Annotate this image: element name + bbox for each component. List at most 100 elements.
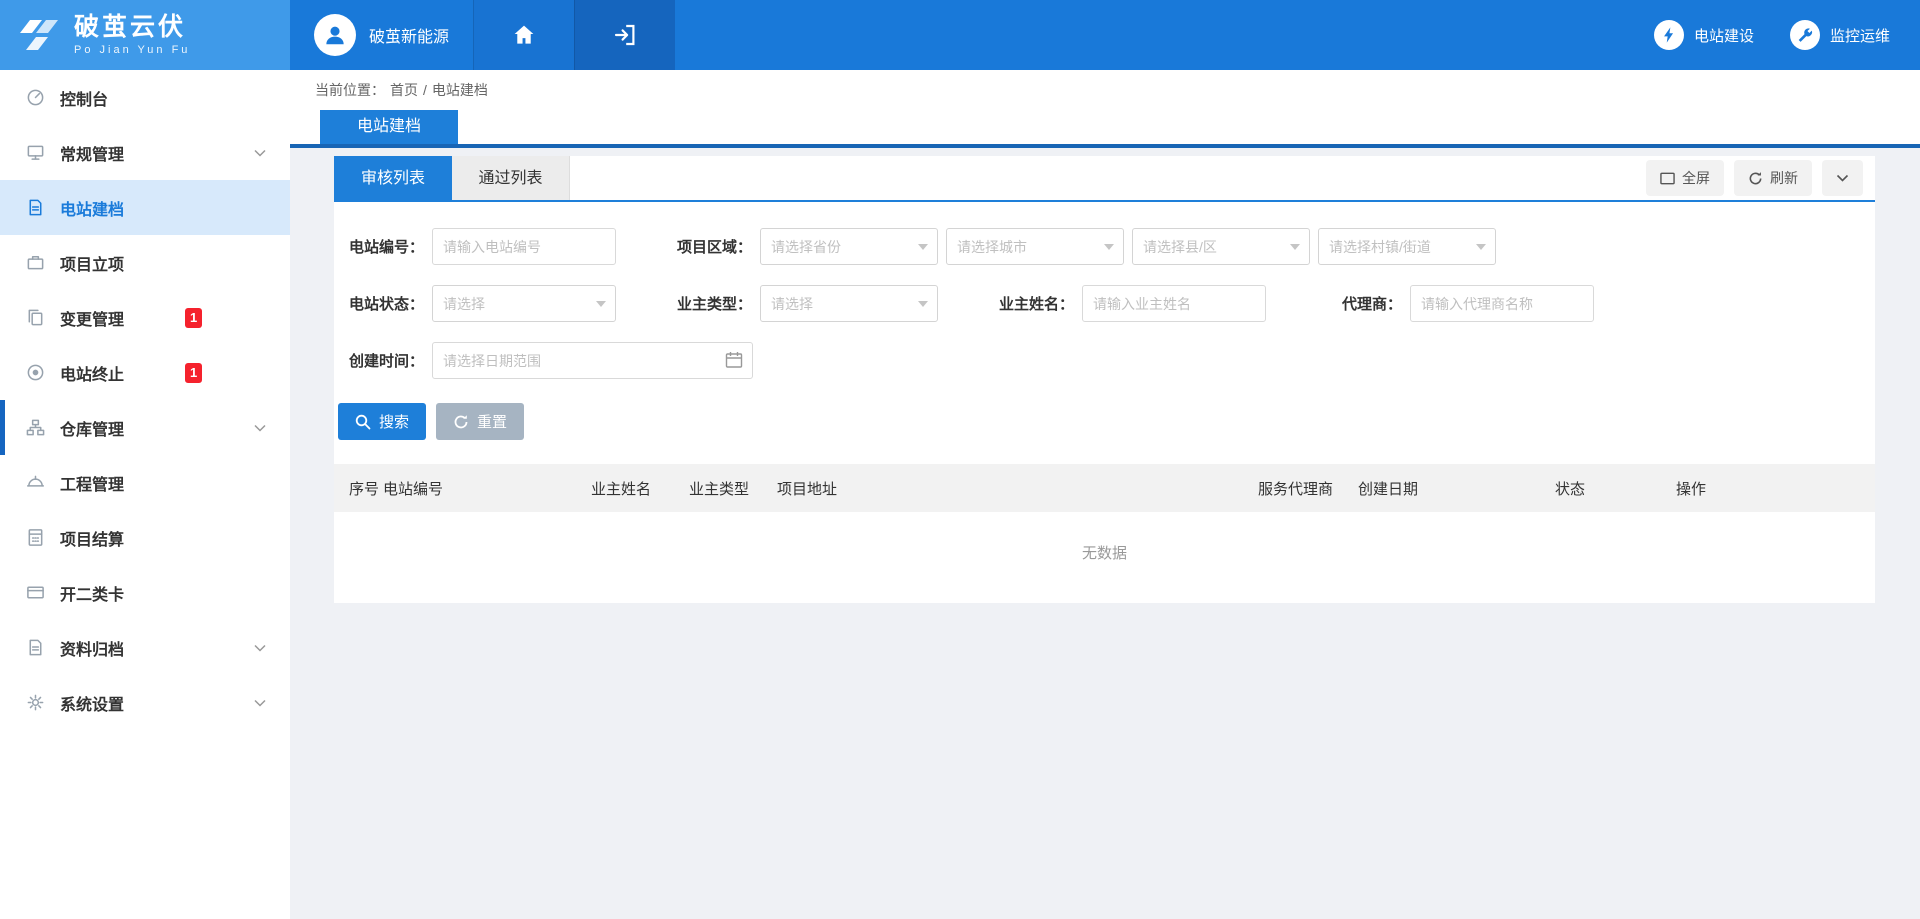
search-icon xyxy=(355,414,371,430)
helmet-icon xyxy=(26,473,45,492)
nav-station-build-label: 电站建设 xyxy=(1694,25,1754,46)
search-button[interactable]: 搜索 xyxy=(338,403,426,440)
avatar xyxy=(314,14,356,56)
col-owner-name: 业主姓名 xyxy=(591,478,689,499)
owner-name-input[interactable] xyxy=(1082,285,1266,322)
sidebar-item-station-filing[interactable]: 电站建档 xyxy=(0,180,290,235)
filter-form: 电站编号： 项目区域： 请选择省份 请选择城市 xyxy=(334,202,1875,440)
refresh-button[interactable]: 刷新 xyxy=(1734,160,1812,196)
sidebar-item-warehouse-mgmt[interactable]: 仓库管理 xyxy=(0,400,290,455)
logo-mark-icon xyxy=(20,20,62,50)
chevron-down-icon xyxy=(1836,174,1849,182)
sidebar: 控制台 常规管理 电站建档 项目立项 xyxy=(0,70,290,919)
stop-circle-icon xyxy=(26,363,45,382)
file-icon xyxy=(26,198,45,217)
home-button[interactable] xyxy=(473,0,574,70)
town-select[interactable]: 请选择村镇/街道 xyxy=(1318,228,1496,265)
caret-down-icon xyxy=(596,301,606,307)
sidebar-item-project-setup[interactable]: 项目立项 xyxy=(0,235,290,290)
table-header-row: 序号 电站编号 业主姓名 业主类型 项目地址 服务代理商 创建日期 状态 操作 xyxy=(334,464,1875,512)
sidebar-item-change-mgmt[interactable]: 变更管理 1 xyxy=(0,290,290,345)
fullscreen-icon xyxy=(1660,172,1675,185)
col-created-date: 创建日期 xyxy=(1358,478,1555,499)
nav-monitor-ops[interactable]: 监控运维 xyxy=(1790,20,1890,50)
agent-input[interactable] xyxy=(1410,285,1594,322)
nav-monitor-ops-label: 监控运维 xyxy=(1830,25,1890,46)
tab-review-list[interactable]: 审核列表 xyxy=(334,156,452,200)
reset-button[interactable]: 重置 xyxy=(436,403,524,440)
col-index: 序号 xyxy=(334,478,383,499)
province-select[interactable]: 请选择省份 xyxy=(760,228,938,265)
breadcrumb-home-link[interactable]: 首页 xyxy=(390,80,418,100)
nav-station-build[interactable]: 电站建设 xyxy=(1654,20,1754,50)
owner-type-select[interactable]: 请选择 xyxy=(760,285,938,322)
logo: 破茧云伏 Po Jian Yun Fu xyxy=(0,0,290,70)
change-mgmt-badge: 1 xyxy=(185,308,202,328)
dashboard-icon xyxy=(26,88,45,107)
county-select[interactable]: 请选择县/区 xyxy=(1132,228,1310,265)
sidebar-item-project-settlement[interactable]: 项目结算 xyxy=(0,510,290,565)
date-range-input[interactable] xyxy=(432,342,753,379)
sidebar-item-general-mgmt[interactable]: 常规管理 xyxy=(0,125,290,180)
caret-down-icon xyxy=(918,244,928,250)
station-termination-badge: 1 xyxy=(185,363,202,383)
region-label: 项目区域： xyxy=(664,236,752,257)
header-user-menu[interactable]: 破茧新能源 xyxy=(290,0,473,70)
gear-icon xyxy=(26,693,45,712)
logout-button[interactable] xyxy=(574,0,675,70)
chevron-down-icon xyxy=(254,424,266,432)
station-no-input[interactable] xyxy=(432,228,616,265)
archive-file-icon xyxy=(26,638,45,657)
page-tab-station-filing[interactable]: 电站建档 xyxy=(320,110,458,144)
city-select[interactable]: 请选择城市 xyxy=(946,228,1124,265)
sidebar-item-engineering-mgmt[interactable]: 工程管理 xyxy=(0,455,290,510)
briefcase-icon xyxy=(26,253,45,272)
reset-icon xyxy=(453,414,469,430)
breadcrumb-current: 电站建档 xyxy=(432,80,488,100)
col-station-no: 电站编号 xyxy=(383,478,591,499)
collapse-panel-button[interactable] xyxy=(1822,160,1863,196)
chevron-down-icon xyxy=(254,149,266,157)
page-tab-bar: 电站建档 xyxy=(290,110,1920,148)
calculator-icon xyxy=(26,528,45,547)
col-actions: 操作 xyxy=(1676,478,1875,499)
logo-title: 破茧云伏 xyxy=(74,14,190,42)
company-name: 破茧新能源 xyxy=(369,23,449,47)
caret-down-icon xyxy=(1476,244,1486,250)
caret-down-icon xyxy=(1104,244,1114,250)
results-table: 序号 电站编号 业主姓名 业主类型 项目地址 服务代理商 创建日期 状态 操作 … xyxy=(334,464,1875,597)
chevron-down-icon xyxy=(254,644,266,652)
station-status-label: 电站状态： xyxy=(336,293,424,314)
col-service-agent: 服务代理商 xyxy=(1258,478,1358,499)
breadcrumb-prefix: 当前位置： xyxy=(315,80,385,100)
breadcrumb-separator: / xyxy=(423,82,427,98)
wrench-icon xyxy=(1790,20,1820,50)
caret-down-icon xyxy=(918,301,928,307)
owner-name-label: 业主姓名： xyxy=(986,293,1074,314)
card-icon xyxy=(26,583,45,602)
col-project-address: 项目地址 xyxy=(777,478,1258,499)
sidebar-item-dashboard[interactable]: 控制台 xyxy=(0,70,290,125)
col-owner-type: 业主类型 xyxy=(689,478,777,499)
fullscreen-button[interactable]: 全屏 xyxy=(1646,160,1724,196)
home-icon xyxy=(512,23,536,47)
col-status: 状态 xyxy=(1555,478,1676,499)
empty-state-text: 无数据 xyxy=(334,512,1875,597)
sidebar-item-system-settings[interactable]: 系统设置 xyxy=(0,675,290,730)
sidebar-item-open-card[interactable]: 开二类卡 xyxy=(0,565,290,620)
panel-tabs: 审核列表 通过列表 全屏 刷新 xyxy=(334,156,1875,202)
sidebar-item-archives[interactable]: 资料归档 xyxy=(0,620,290,675)
user-icon xyxy=(322,22,348,48)
main-panel: 审核列表 通过列表 全屏 刷新 xyxy=(334,156,1875,603)
sitemap-icon xyxy=(26,418,45,437)
calendar-icon xyxy=(725,351,743,369)
logo-subtitle: Po Jian Yun Fu xyxy=(74,44,190,56)
station-no-label: 电站编号： xyxy=(336,236,424,257)
created-time-label: 创建时间： xyxy=(336,350,424,371)
exit-icon xyxy=(613,23,637,47)
tab-approved-list[interactable]: 通过列表 xyxy=(452,156,570,200)
owner-type-label: 业主类型： xyxy=(664,293,752,314)
station-status-select[interactable]: 请选择 xyxy=(432,285,616,322)
breadcrumb: 当前位置： 首页 / 电站建档 xyxy=(290,70,1920,110)
sidebar-item-station-termination[interactable]: 电站终止 1 xyxy=(0,345,290,400)
